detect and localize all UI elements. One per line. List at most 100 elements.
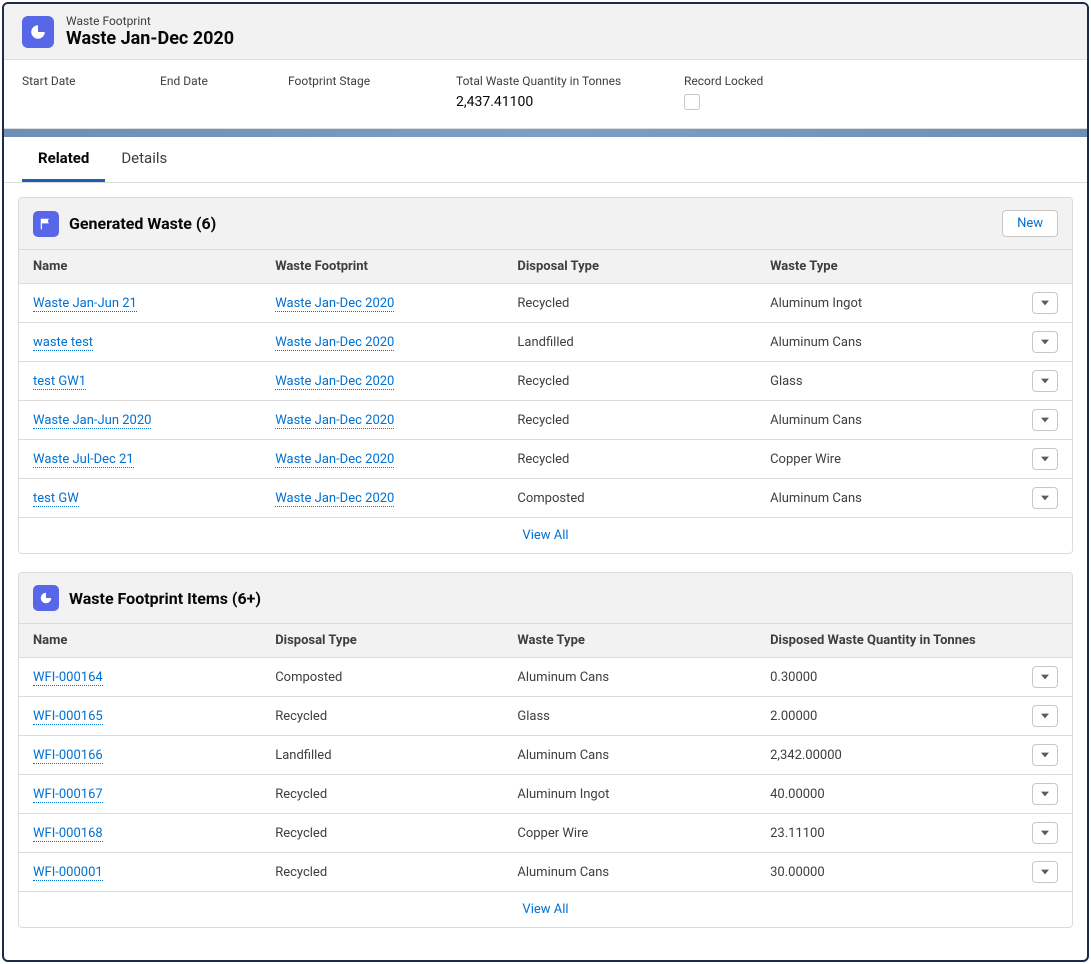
disposal-cell: Recycled: [503, 401, 756, 440]
col-name: Name: [19, 624, 261, 658]
disposal-cell: Composted: [503, 479, 756, 518]
name-link[interactable]: WFI-000167: [33, 787, 103, 803]
waste-cell: Copper Wire: [756, 440, 1009, 479]
row-menu-button[interactable]: [1032, 822, 1058, 844]
waste-footprint-icon: [22, 16, 54, 48]
col-waste: Waste Type: [756, 250, 1009, 284]
col-disposal: Disposal Type: [503, 250, 756, 284]
col-waste: Waste Type: [503, 624, 756, 658]
row-menu-button[interactable]: [1032, 744, 1058, 766]
name-link[interactable]: Waste Jan-Jun 2020: [33, 413, 151, 429]
footprint-link[interactable]: Waste Jan-Dec 2020: [275, 491, 394, 507]
name-link[interactable]: test GW: [33, 491, 79, 507]
col-footprint: Waste Footprint: [261, 250, 503, 284]
name-link[interactable]: WFI-000166: [33, 748, 103, 764]
waste-cell: Aluminum Ingot: [503, 775, 756, 814]
table-row: WFI-000165 RecycledGlass2.00000: [19, 697, 1072, 736]
row-menu-button[interactable]: [1032, 292, 1058, 314]
footprint-stage-label: Footprint Stage: [288, 74, 438, 88]
summary-fields: Start Date End Date Footprint Stage Tota…: [4, 60, 1087, 129]
row-menu-button[interactable]: [1032, 861, 1058, 883]
tab-bar: Related Details: [4, 137, 1087, 183]
qty-cell: 30.00000: [756, 853, 1009, 892]
table-row: Waste Jan-Jun 2020 Waste Jan-Dec 2020 Recy…: [19, 401, 1072, 440]
footprint-link[interactable]: Waste Jan-Dec 2020: [275, 452, 394, 468]
end-date-label: End Date: [160, 74, 270, 88]
waste-cell: Aluminum Cans: [756, 479, 1009, 518]
object-label: Waste Footprint: [66, 14, 234, 28]
new-button[interactable]: New: [1002, 210, 1058, 237]
disposal-cell: Landfilled: [503, 323, 756, 362]
waste-footprint-icon: [33, 585, 59, 611]
waste-cell: Aluminum Cans: [756, 401, 1009, 440]
col-name: Name: [19, 250, 261, 284]
footprint-link[interactable]: Waste Jan-Dec 2020: [275, 335, 394, 351]
qty-cell: 2,342.00000: [756, 736, 1009, 775]
total-qty-value: 2,437.41100: [456, 94, 666, 110]
generated-waste-title: Generated Waste (6): [69, 214, 216, 233]
footprint-link[interactable]: Waste Jan-Dec 2020: [275, 413, 394, 429]
record-locked-checkbox[interactable]: [684, 94, 700, 110]
disposal-cell: Landfilled: [261, 736, 503, 775]
table-row: WFI-000168 RecycledCopper Wire23.11100: [19, 814, 1072, 853]
table-row: waste testWaste Jan-Dec 2020LandfilledAl…: [19, 323, 1072, 362]
footprint-items-card: Waste Footprint Items (6+) Name Disposal…: [18, 572, 1073, 928]
waste-cell: Aluminum Cans: [503, 736, 756, 775]
tab-related[interactable]: Related: [22, 137, 105, 182]
row-menu-button[interactable]: [1032, 331, 1058, 353]
waste-cell: Aluminum Ingot: [756, 284, 1009, 323]
row-menu-button[interactable]: [1032, 783, 1058, 805]
name-link[interactable]: WFI-000001: [33, 865, 103, 881]
qty-cell: 2.00000: [756, 697, 1009, 736]
qty-cell: 23.11100: [756, 814, 1009, 853]
table-row: test GW Waste Jan-Dec 2020 CompostedAlumin…: [19, 479, 1072, 518]
qty-cell: 0.30000: [756, 658, 1009, 697]
record-locked-label: Record Locked: [684, 74, 824, 88]
row-menu-button[interactable]: [1032, 370, 1058, 392]
disposal-cell: Recycled: [261, 853, 503, 892]
waste-cell: Copper Wire: [503, 814, 756, 853]
generated-view-all[interactable]: View All: [19, 517, 1072, 553]
qty-cell: 40.00000: [756, 775, 1009, 814]
name-link[interactable]: waste test: [33, 335, 93, 351]
disposal-cell: Recycled: [503, 284, 756, 323]
tab-details[interactable]: Details: [105, 137, 183, 182]
waste-cell: Glass: [503, 697, 756, 736]
items-view-all[interactable]: View All: [19, 891, 1072, 927]
footprint-link[interactable]: Waste Jan-Dec 2020: [275, 374, 394, 390]
footprint-items-title: Waste Footprint Items (6+): [69, 589, 261, 608]
disposal-cell: Recycled: [261, 697, 503, 736]
disposal-cell: Recycled: [503, 362, 756, 401]
record-title: Waste Jan-Dec 2020: [66, 28, 234, 49]
record-header: Waste Footprint Waste Jan-Dec 2020: [4, 4, 1087, 60]
table-row: Waste Jul-Dec 21 Waste Jan-Dec 2020 Recycl…: [19, 440, 1072, 479]
disposal-cell: Recycled: [261, 814, 503, 853]
row-menu-button[interactable]: [1032, 666, 1058, 688]
name-link[interactable]: WFI-000168: [33, 826, 103, 842]
name-link[interactable]: Waste Jul-Dec 21: [33, 452, 134, 468]
table-row: WFI-000167 RecycledAluminum Ingot40.00000: [19, 775, 1072, 814]
row-menu-button[interactable]: [1032, 487, 1058, 509]
row-menu-button[interactable]: [1032, 705, 1058, 727]
name-link[interactable]: WFI-000164: [33, 670, 103, 686]
row-menu-button[interactable]: [1032, 448, 1058, 470]
waste-cell: Aluminum Cans: [503, 658, 756, 697]
row-menu-button[interactable]: [1032, 409, 1058, 431]
name-link[interactable]: test GW1: [33, 374, 86, 390]
table-row: Waste Jan-Jun 21 Waste Jan-Dec 2020 Recycl…: [19, 284, 1072, 323]
generated-waste-card: Generated Waste (6) New Name Waste Footp…: [18, 197, 1073, 554]
flag-icon: [33, 211, 59, 237]
name-link[interactable]: WFI-000165: [33, 709, 103, 725]
disposal-cell: Recycled: [261, 775, 503, 814]
total-qty-label: Total Waste Quantity in Tonnes: [456, 74, 666, 88]
name-link[interactable]: Waste Jan-Jun 21: [33, 296, 137, 312]
disposal-cell: Composted: [261, 658, 503, 697]
waste-cell: Glass: [756, 362, 1009, 401]
table-row: WFI-000001 RecycledAluminum Cans30.00000: [19, 853, 1072, 892]
divider: [4, 129, 1087, 137]
table-row: WFI-000166 LandfilledAluminum Cans2,342.0…: [19, 736, 1072, 775]
footprint-link[interactable]: Waste Jan-Dec 2020: [275, 296, 394, 312]
waste-cell: Aluminum Cans: [503, 853, 756, 892]
disposal-cell: Recycled: [503, 440, 756, 479]
col-qty: Disposed Waste Quantity in Tonnes: [756, 624, 1009, 658]
